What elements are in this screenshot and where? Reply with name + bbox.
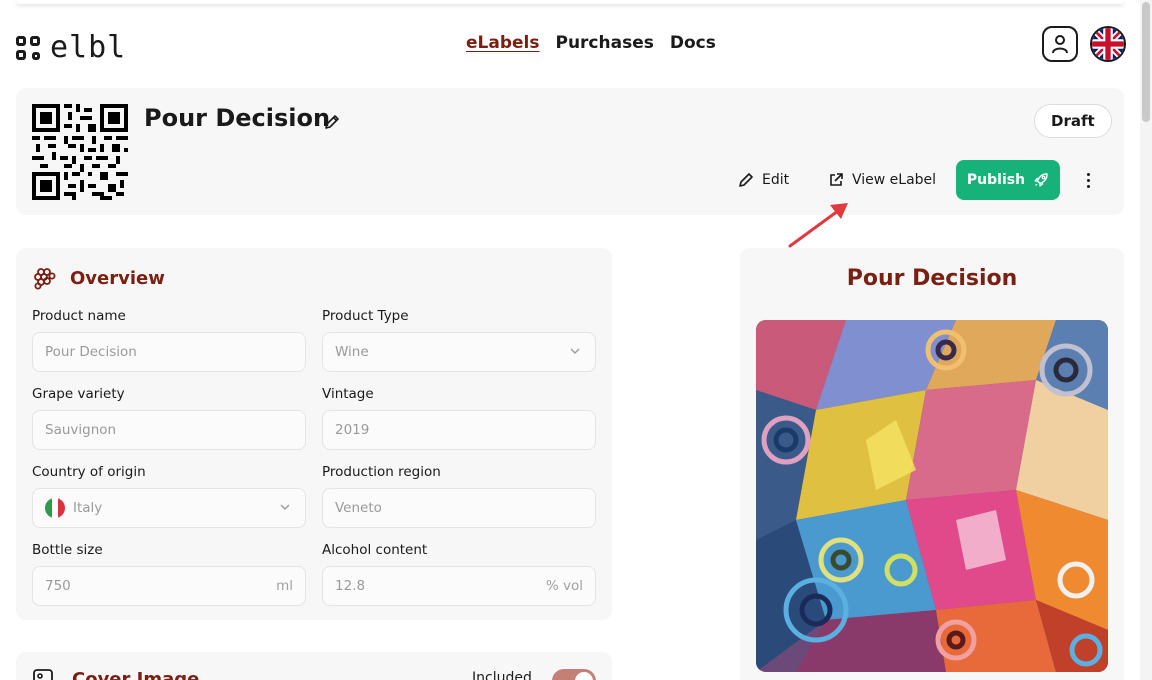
edit-button[interactable]: Edit <box>738 160 789 200</box>
vintage-value: 2019 <box>335 422 370 438</box>
product-header-card: Pour Decision Draft Edit View eLabel Pub… <box>16 88 1124 215</box>
cover-image-card: Cover Image Included <box>16 652 612 680</box>
grape-variety-value: Sauvignon <box>45 422 117 438</box>
country-value: Italy <box>73 500 103 516</box>
cover-image-title: Cover Image <box>72 668 200 680</box>
region-field: Production region Veneto <box>322 464 596 528</box>
status-badge: Draft <box>1034 104 1112 138</box>
view-elabel-label: View eLabel <box>852 172 937 188</box>
alcohol-label: Alcohol content <box>322 542 428 558</box>
bottle-size-field: Bottle size 750 ml <box>32 542 306 606</box>
user-menu-button[interactable] <box>1042 26 1078 62</box>
overview-card: Overview Product name Pour Decision Prod… <box>16 248 612 620</box>
nav-elabels[interactable]: eLabels <box>466 33 539 53</box>
alcohol-value: 12.8 <box>335 578 366 594</box>
grape-variety-field: Grape variety Sauvignon <box>32 386 306 450</box>
italy-flag-icon <box>45 498 65 518</box>
alcohol-field: Alcohol content 12.8 % vol <box>322 542 596 606</box>
more-options-button[interactable] <box>1080 164 1096 196</box>
vintage-field: Vintage 2019 <box>322 386 596 450</box>
product-name-label: Product name <box>32 308 126 324</box>
top-edge <box>16 0 1124 4</box>
logo-text: elbl <box>50 30 127 65</box>
publish-button[interactable]: Publish <box>956 160 1060 200</box>
language-button[interactable] <box>1090 26 1126 62</box>
alcohol-unit: % vol <box>545 578 583 594</box>
product-name-input[interactable]: Pour Decision <box>32 332 306 372</box>
grape-variety-input[interactable]: Sauvignon <box>32 410 306 450</box>
grape-variety-label: Grape variety <box>32 386 125 402</box>
nav-docs[interactable]: Docs <box>670 33 716 53</box>
label-artwork-image <box>756 320 1108 672</box>
main-nav: eLabels Purchases Docs <box>466 33 716 53</box>
region-label: Production region <box>322 464 441 480</box>
app-logo[interactable]: elbl <box>16 30 126 65</box>
country-field: Country of origin Italy <box>32 464 306 528</box>
product-type-value: Wine <box>335 344 369 360</box>
chevron-down-icon <box>570 348 580 354</box>
bottle-size-unit: ml <box>276 578 293 594</box>
elabel-preview-card: Pour Decision <box>740 248 1124 680</box>
included-toggle[interactable] <box>552 669 596 680</box>
vintage-label: Vintage <box>322 386 374 402</box>
product-title: Pour Decision <box>144 104 331 132</box>
product-name-field: Product name Pour Decision <box>32 308 306 372</box>
bottle-size-input[interactable]: 750 ml <box>32 566 306 606</box>
product-type-select[interactable]: Wine <box>322 332 596 372</box>
bottle-size-value: 750 <box>45 578 71 594</box>
user-icon <box>1052 35 1068 54</box>
edit-label: Edit <box>762 172 790 188</box>
preview-title: Pour Decision <box>846 266 1018 291</box>
included-label: Included <box>472 670 532 680</box>
logo-icon <box>16 35 40 60</box>
image-icon <box>33 669 53 680</box>
nav-purchases[interactable]: Purchases <box>555 33 653 53</box>
bottle-size-label: Bottle size <box>32 542 103 558</box>
overview-title: Overview <box>70 267 165 289</box>
country-label: Country of origin <box>32 464 146 480</box>
uk-flag-icon <box>1092 28 1124 60</box>
product-name-value: Pour Decision <box>45 344 137 360</box>
overview-heading: Overview <box>32 266 165 290</box>
scrollbar-thumb[interactable] <box>1142 2 1150 122</box>
scrollbar[interactable] <box>1140 0 1152 680</box>
view-elabel-button[interactable]: View eLabel <box>828 160 936 200</box>
product-type-label: Product Type <box>322 308 409 324</box>
grapes-icon <box>34 268 56 290</box>
qr-code[interactable] <box>32 104 128 200</box>
vintage-input[interactable]: 2019 <box>322 410 596 450</box>
publish-label: Publish <box>966 172 1026 188</box>
cover-image-heading: Cover Image <box>32 668 199 680</box>
external-link-icon <box>830 173 843 186</box>
region-value: Veneto <box>335 500 382 516</box>
product-type-field: Product Type Wine <box>322 308 596 372</box>
annotation-arrow-icon <box>788 203 848 248</box>
pencil-icon <box>739 173 753 187</box>
pencil-icon[interactable] <box>324 114 340 130</box>
rocket-icon <box>1034 173 1048 187</box>
country-select[interactable]: Italy <box>32 488 306 528</box>
region-input[interactable]: Veneto <box>322 488 596 528</box>
chevron-down-icon <box>280 504 290 510</box>
alcohol-input[interactable]: 12.8 % vol <box>322 566 596 606</box>
